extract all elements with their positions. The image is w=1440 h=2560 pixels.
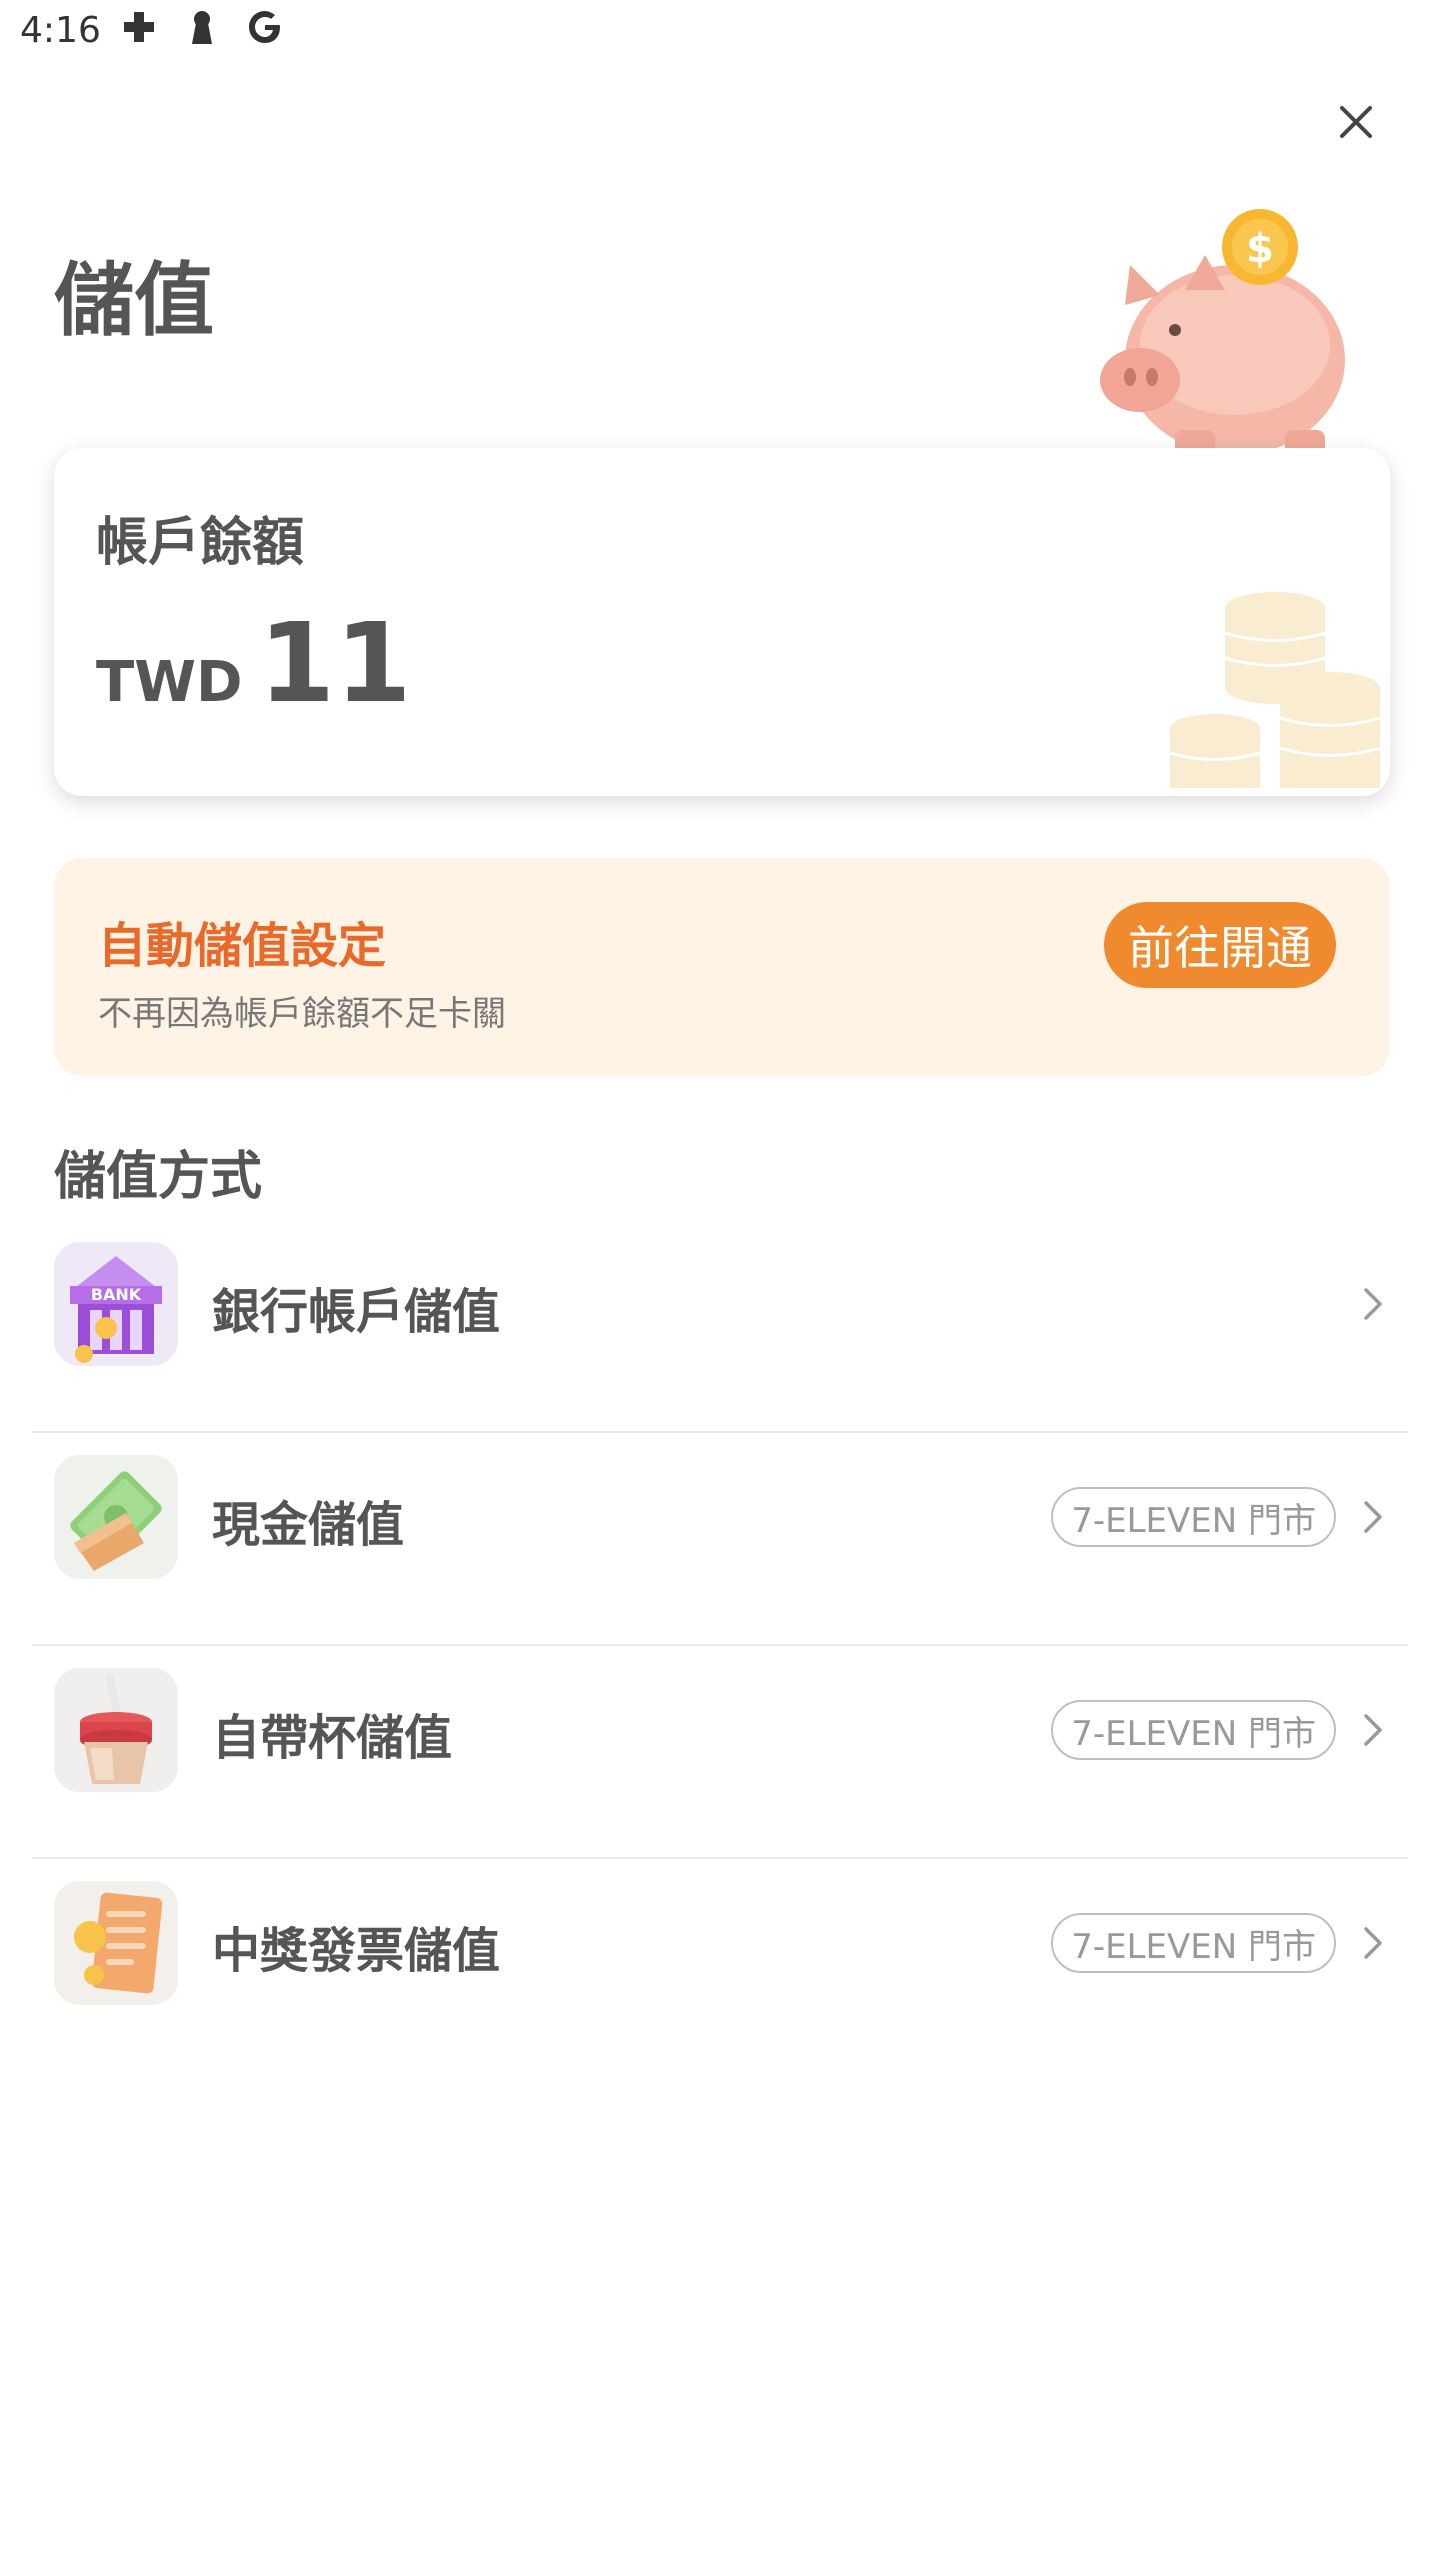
status-time: 4:16 bbox=[20, 10, 101, 51]
auto-topup-subtitle: 不再因為帳戶餘額不足卡關 bbox=[98, 994, 506, 1034]
auto-topup-banner: 自動儲值設定 不再因為帳戶餘額不足卡關 前往開通 bbox=[54, 858, 1390, 1076]
piggy-bank-icon: $ bbox=[1085, 205, 1355, 455]
chevron-right-icon bbox=[1358, 1708, 1388, 1752]
balance-currency: TWD bbox=[96, 650, 243, 715]
method-label: 中獎發票儲值 bbox=[212, 1923, 501, 1979]
keyhole-icon bbox=[188, 8, 216, 46]
balance-label: 帳戶餘額 bbox=[96, 513, 305, 573]
method-lottery-receipt[interactable]: 中獎發票儲值 7-ELEVEN 門市 bbox=[0, 1859, 1440, 2072]
balance-card: 帳戶餘額 TWD 11 bbox=[54, 448, 1390, 796]
medical-cross-icon bbox=[120, 8, 158, 46]
chevron-right-icon bbox=[1358, 1921, 1388, 1965]
store-badge: 7-ELEVEN 門市 bbox=[1051, 1700, 1336, 1760]
method-label: 現金儲值 bbox=[212, 1497, 405, 1553]
cup-icon bbox=[54, 1668, 178, 1792]
close-icon bbox=[1340, 106, 1372, 138]
close-button[interactable] bbox=[1328, 94, 1384, 150]
store-badge: 7-ELEVEN 門市 bbox=[1051, 1487, 1336, 1547]
store-badge: 7-ELEVEN 門市 bbox=[1051, 1913, 1336, 1973]
status-icons bbox=[120, 8, 284, 46]
status-bar: 4:16 bbox=[0, 0, 1440, 64]
method-cash[interactable]: 現金儲值 7-ELEVEN 門市 bbox=[0, 1433, 1440, 1646]
svg-text:$: $ bbox=[1246, 226, 1274, 272]
balance-value: 11 bbox=[258, 599, 412, 727]
method-own-cup[interactable]: 自帶杯儲值 7-ELEVEN 門市 bbox=[0, 1646, 1440, 1859]
topup-methods-list: BANK 銀行帳戶儲值 現金儲值 7-ELEVEN 門市 自帶杯儲值 7-ELE… bbox=[0, 1220, 1440, 2072]
svg-text:BANK: BANK bbox=[91, 1285, 142, 1304]
auto-topup-title: 自動儲值設定 bbox=[98, 918, 387, 974]
receipt-icon bbox=[54, 1881, 178, 2005]
bank-icon: BANK bbox=[54, 1242, 178, 1366]
section-title: 儲值方式 bbox=[54, 1147, 263, 1207]
google-icon bbox=[246, 8, 284, 46]
method-label: 自帶杯儲值 bbox=[212, 1710, 453, 1766]
chevron-right-icon bbox=[1358, 1282, 1388, 1326]
chevron-right-icon bbox=[1358, 1495, 1388, 1539]
cash-icon bbox=[54, 1455, 178, 1579]
method-label: 銀行帳戶儲值 bbox=[212, 1284, 501, 1340]
balance-amount: TWD 11 bbox=[96, 608, 412, 718]
page-title: 儲值 bbox=[54, 254, 214, 347]
enable-auto-topup-button[interactable]: 前往開通 bbox=[1104, 902, 1336, 988]
method-bank-transfer[interactable]: BANK 銀行帳戶儲值 bbox=[0, 1220, 1440, 1433]
coin-stack-icon bbox=[1169, 578, 1390, 796]
